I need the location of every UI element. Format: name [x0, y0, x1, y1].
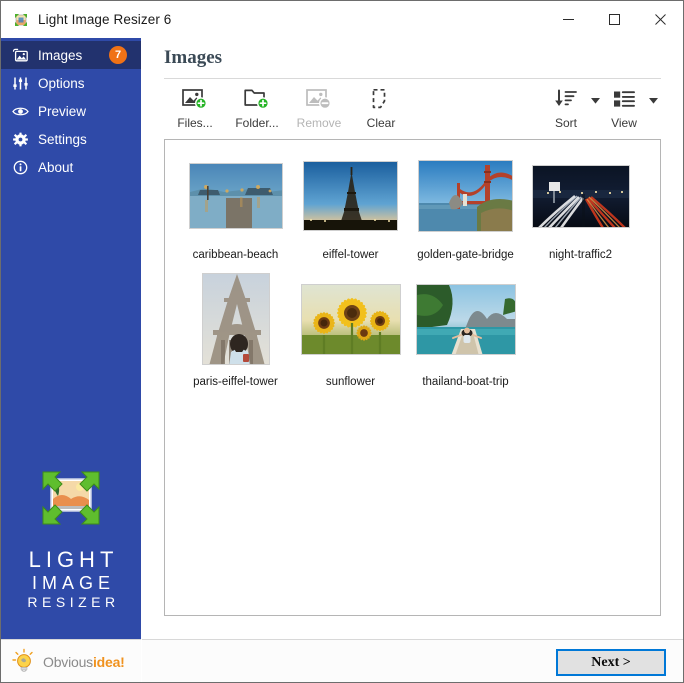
toolbar-label: Clear — [367, 116, 396, 130]
caribbean-beach-thumb — [189, 163, 283, 229]
image-name: night-traffic2 — [549, 249, 612, 261]
publisher-name-part2: idea! — [93, 654, 125, 670]
brand-line-2: IMAGE — [27, 573, 115, 594]
remove-image-icon — [306, 85, 332, 113]
info-icon — [12, 159, 29, 176]
brand-block: LIGHT IMAGE RESIZER — [1, 469, 141, 611]
sliders-icon — [12, 75, 29, 92]
thumbnail-box — [415, 271, 516, 367]
paris-eiffel-tower-thumb — [202, 273, 270, 365]
sort-dropdown-caret[interactable] — [587, 81, 603, 135]
main-content: Images Files... — [142, 38, 683, 639]
image-name: caribbean-beach — [193, 249, 279, 261]
toolbar-label: Folder... — [235, 116, 278, 130]
view-list-icon — [612, 85, 636, 113]
list-item[interactable]: night-traffic2 — [523, 152, 638, 261]
add-files-button[interactable]: Files... — [164, 81, 226, 135]
sort-descending-icon — [554, 85, 578, 113]
images-icon — [12, 47, 29, 64]
thailand-boat-trip-thumb — [416, 284, 516, 355]
add-folder-icon — [244, 85, 270, 113]
clear-button[interactable]: Clear — [350, 81, 412, 135]
sidebar-item-label: Settings — [38, 132, 87, 147]
thumbnail-box — [530, 152, 631, 240]
sidebar-item-label: Preview — [38, 104, 86, 119]
minimize-button[interactable] — [545, 1, 591, 38]
night-traffic2-thumb — [532, 165, 630, 228]
remove-button[interactable]: Remove — [288, 81, 350, 135]
list-item[interactable]: caribbean-beach — [178, 152, 293, 261]
toolbar-label: Files... — [177, 116, 212, 130]
list-item[interactable]: golden-gate-bridge — [408, 152, 523, 261]
publisher-bar[interactable]: Obviousidea! — [1, 639, 141, 683]
thumbnail-box — [185, 152, 286, 240]
sidebar-item-settings[interactable]: Settings — [1, 125, 141, 153]
sidebar-item-label: Images — [38, 48, 82, 63]
image-name: eiffel-tower — [322, 249, 378, 261]
list-item[interactable]: paris-eiffel-tower — [178, 271, 293, 388]
toolbar-label: View — [611, 116, 637, 130]
toolbar-right-group: Sort — [545, 81, 661, 135]
sidebar-item-label: About — [38, 160, 73, 175]
title-divider — [164, 78, 661, 79]
image-name: thailand-boat-trip — [422, 376, 508, 388]
eiffel-tower-thumb — [303, 161, 398, 231]
brand-line-3: RESIZER — [22, 594, 119, 611]
toolbar: Files... Folder... — [164, 81, 661, 135]
image-list-panel[interactable]: caribbean-beach — [164, 139, 661, 616]
light-image-resizer-logo — [40, 469, 102, 527]
image-grid: caribbean-beach — [178, 152, 648, 398]
eye-icon — [12, 103, 29, 120]
view-button[interactable]: View — [603, 81, 645, 135]
list-item[interactable]: thailand-boat-trip — [408, 271, 523, 388]
sidebar-item-preview[interactable]: Preview — [1, 97, 141, 125]
application-window: Light Image Resizer 6 I — [0, 0, 684, 683]
publisher-name: Obviousidea! — [43, 654, 125, 670]
image-name: paris-eiffel-tower — [193, 376, 278, 388]
toolbar-label: Remove — [297, 116, 342, 130]
list-item[interactable]: sunflower — [293, 271, 408, 388]
close-button[interactable] — [637, 1, 683, 38]
window-title: Light Image Resizer 6 — [38, 12, 171, 27]
sort-button[interactable]: Sort — [545, 81, 587, 135]
thumbnail-box — [300, 152, 401, 240]
sidebar: Images 7 Options — [1, 38, 141, 639]
image-name: golden-gate-bridge — [417, 249, 514, 261]
image-name: sunflower — [326, 376, 375, 388]
sunflower-thumb — [301, 284, 401, 355]
publisher-name-part1: Obvious — [43, 654, 93, 670]
title-bar: Light Image Resizer 6 — [1, 1, 683, 38]
add-image-icon — [182, 85, 208, 113]
thumbnail-box — [300, 271, 401, 367]
window-controls — [545, 1, 683, 38]
thumbnail-box — [185, 271, 286, 367]
images-count-badge: 7 — [109, 46, 127, 64]
add-folder-button[interactable]: Folder... — [226, 81, 288, 135]
next-button[interactable]: Next > — [556, 649, 666, 676]
bottom-bar: Next > — [142, 639, 683, 683]
sidebar-item-about[interactable]: About — [1, 153, 141, 181]
thumbnail-box — [415, 152, 516, 240]
golden-gate-bridge-thumb — [418, 160, 513, 232]
page-title: Images — [164, 47, 222, 69]
sidebar-item-images[interactable]: Images 7 — [1, 41, 141, 69]
maximize-button[interactable] — [591, 1, 637, 38]
sidebar-item-label: Options — [38, 76, 85, 91]
clear-icon — [368, 85, 394, 113]
light-image-resizer-icon — [13, 12, 29, 28]
lightbulb-icon — [10, 648, 38, 676]
toolbar-label: Sort — [555, 116, 577, 130]
gear-icon — [12, 131, 29, 148]
view-dropdown-caret[interactable] — [645, 81, 661, 135]
sidebar-item-options[interactable]: Options — [1, 69, 141, 97]
brand-line-1: LIGHT — [24, 547, 119, 573]
list-item[interactable]: eiffel-tower — [293, 152, 408, 261]
